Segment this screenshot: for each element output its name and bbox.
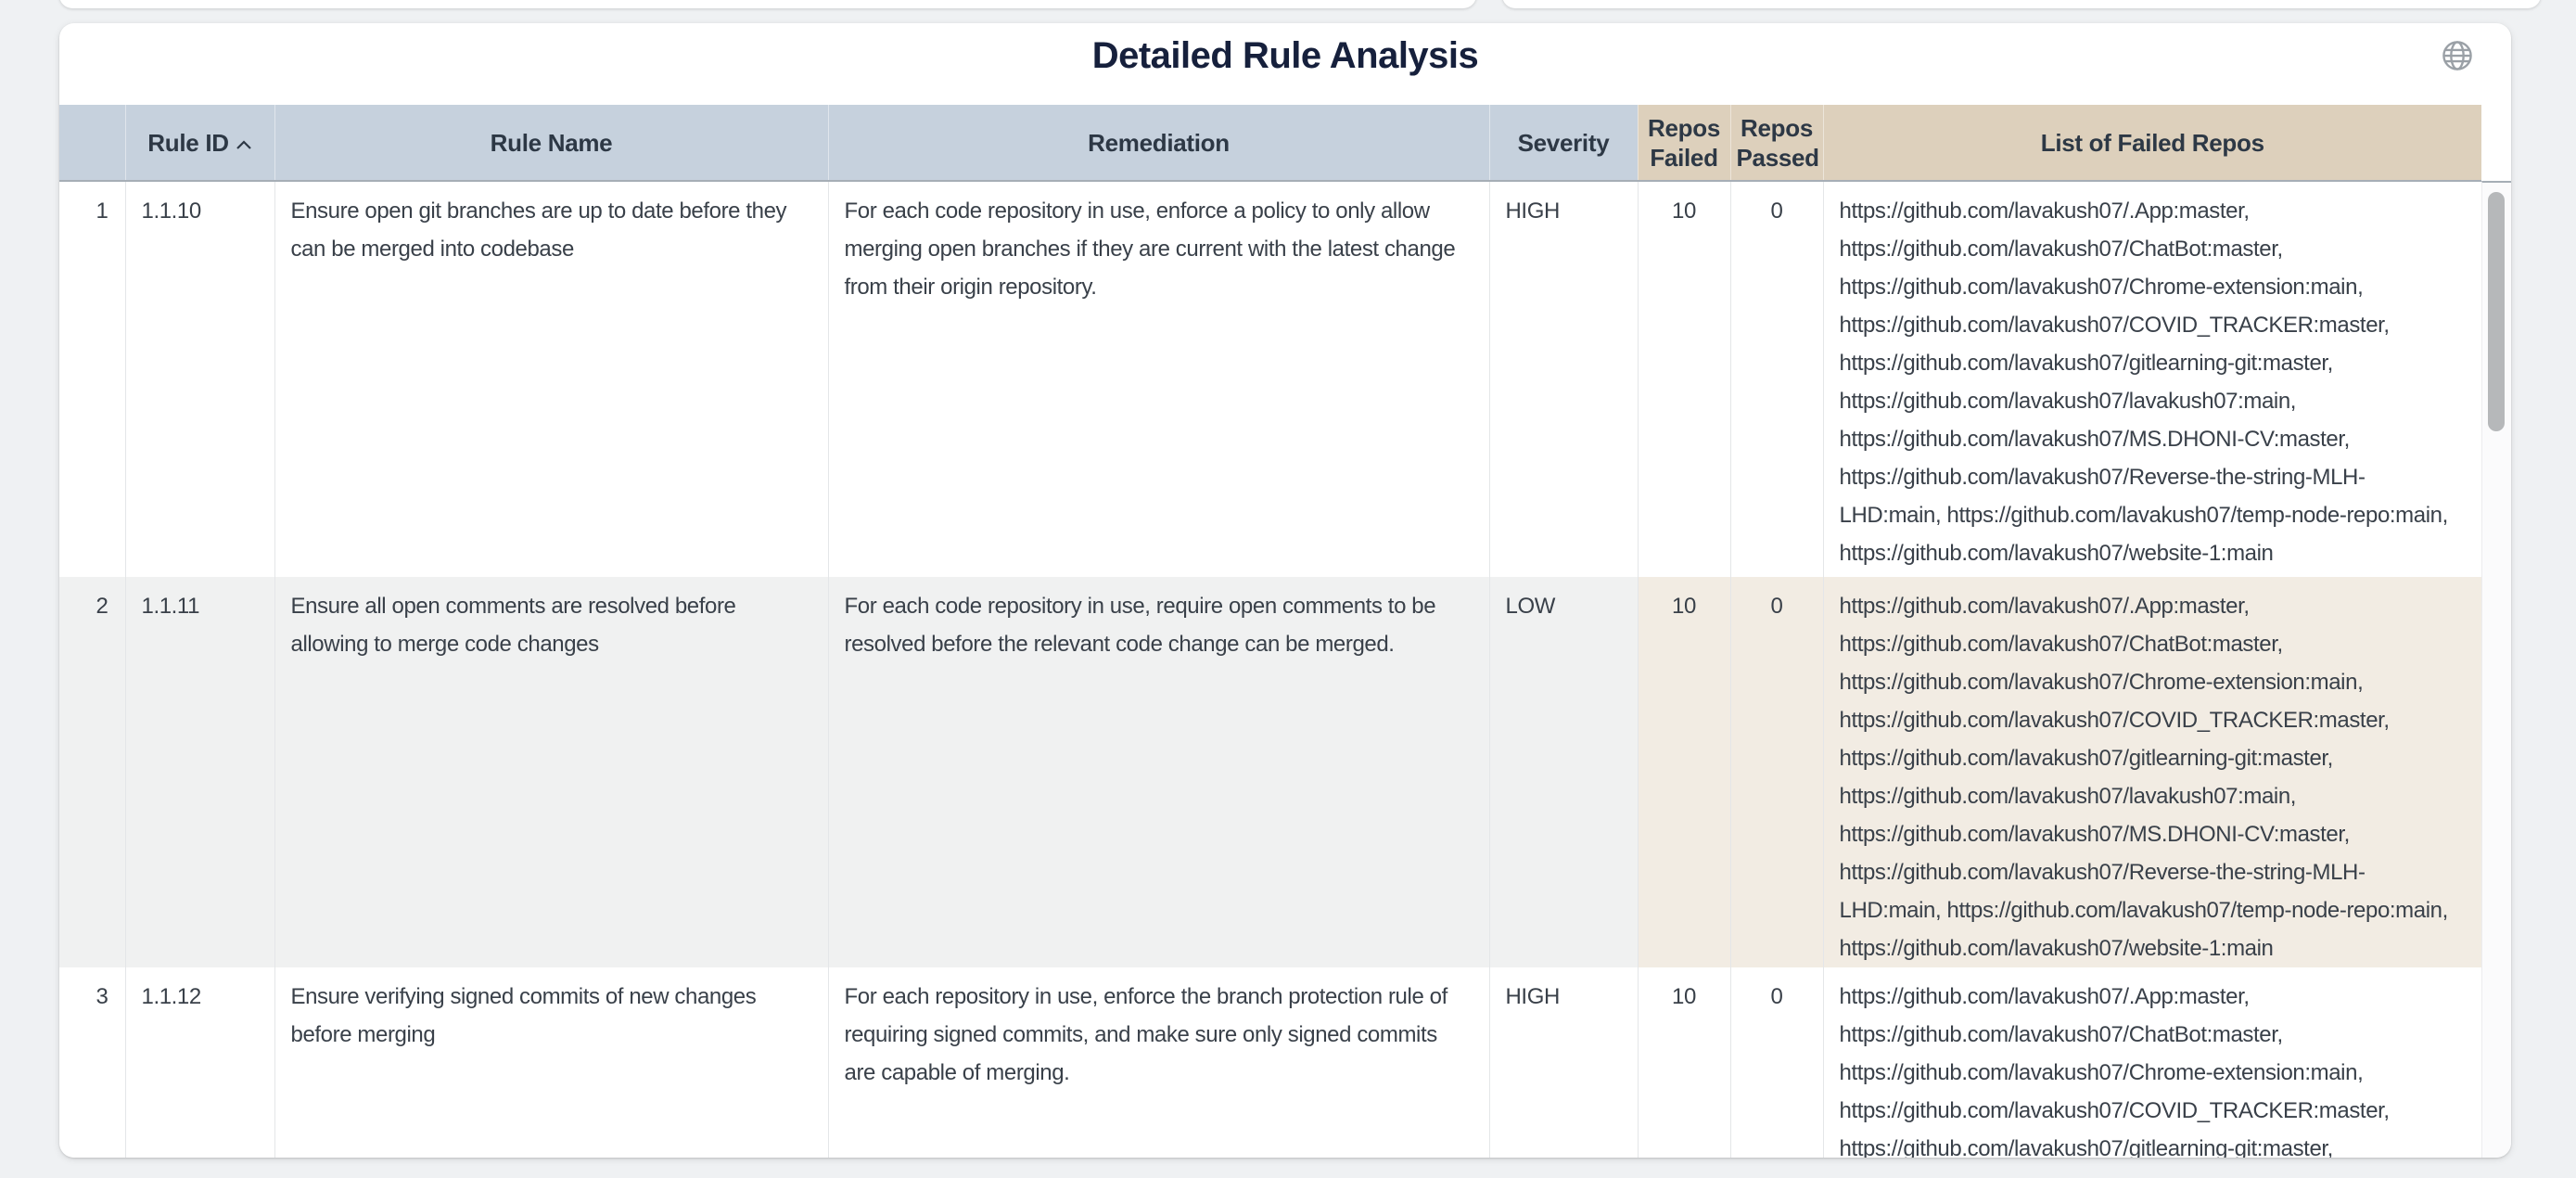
repos-failed-cell: 10 [1638, 967, 1730, 1158]
remediation-cell: For each code repository in use, require… [828, 577, 1489, 967]
rule-id-cell: 1.1.12 [125, 967, 274, 1158]
severity-cell: HIGH [1489, 967, 1638, 1158]
table-row: 3 1.1.12 Ensure verifying signed commits… [59, 967, 2481, 1158]
row-index-cell: 2 [59, 577, 125, 967]
rules-table: Rule ID Rule Name Remediation Severity R… [59, 105, 2481, 1158]
column-header-rule-name[interactable]: Rule Name [274, 105, 828, 181]
column-header-index [59, 105, 125, 181]
rule-name-cell: Ensure verifying signed commits of new c… [274, 967, 828, 1158]
sort-ascending-icon [236, 127, 252, 157]
repos-passed-cell: 0 [1730, 967, 1823, 1158]
rule-id-cell: 1.1.11 [125, 577, 274, 967]
row-index-cell: 1 [59, 181, 125, 577]
severity-cell: HIGH [1489, 181, 1638, 577]
page: { "title": "Detailed Rule Analysis", "co… [0, 0, 2576, 1178]
card-above-left [59, 0, 1476, 8]
rule-name-cell: Ensure open git branches are up to date … [274, 181, 828, 577]
vertical-scrollbar[interactable] [2481, 181, 2511, 1158]
scrollbar-thumb[interactable] [2488, 192, 2505, 431]
rule-name-cell: Ensure all open comments are resolved be… [274, 577, 828, 967]
page-title: Detailed Rule Analysis [59, 35, 2511, 77]
column-header-rule-id-label: Rule ID [147, 129, 228, 157]
column-header-repos-failed[interactable]: Repos Failed [1638, 105, 1730, 181]
column-header-repos-passed[interactable]: Repos Passed [1730, 105, 1823, 181]
rule-id-cell: 1.1.10 [125, 181, 274, 577]
severity-cell: LOW [1489, 577, 1638, 967]
column-header-severity[interactable]: Severity [1489, 105, 1638, 181]
table-row: 2 1.1.11 Ensure all open comments are re… [59, 577, 2481, 967]
detailed-rule-analysis-card: Detailed Rule Analysis Rule ID Rule Nam [59, 23, 2511, 1158]
table-row: 1 1.1.10 Ensure open git branches are up… [59, 181, 2481, 577]
header-row: Rule ID Rule Name Remediation Severity R… [59, 105, 2481, 181]
repos-failed-cell: 10 [1638, 577, 1730, 967]
failed-repos-cell: https://github.com/lavakush07/.App:maste… [1823, 181, 2481, 577]
repos-passed-cell: 0 [1730, 577, 1823, 967]
failed-repos-cell: https://github.com/lavakush07/.App:maste… [1823, 967, 2481, 1158]
repos-passed-cell: 0 [1730, 181, 1823, 577]
remediation-cell: For each repository in use, enforce the … [828, 967, 1489, 1158]
row-index-cell: 3 [59, 967, 125, 1158]
globe-button[interactable] [2437, 35, 2478, 76]
column-header-failed-repos-list[interactable]: List of Failed Repos [1823, 105, 2481, 181]
globe-icon [2440, 38, 2475, 73]
column-header-rule-id[interactable]: Rule ID [125, 105, 274, 181]
column-header-remediation[interactable]: Remediation [828, 105, 1489, 181]
repos-failed-cell: 10 [1638, 181, 1730, 577]
card-above-right [1502, 0, 2541, 8]
failed-repos-cell: https://github.com/lavakush07/.App:maste… [1823, 577, 2481, 967]
remediation-cell: For each code repository in use, enforce… [828, 181, 1489, 577]
